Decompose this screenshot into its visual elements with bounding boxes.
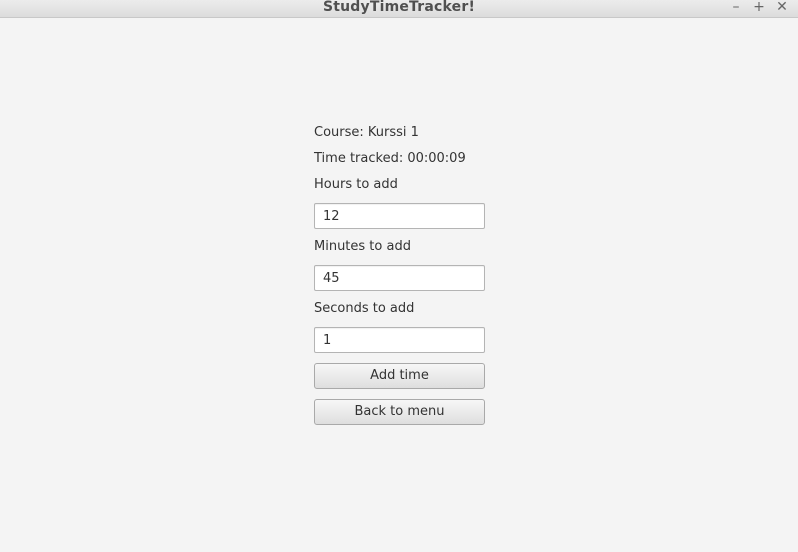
minutes-label: Minutes to add (314, 239, 411, 254)
close-icon[interactable]: ✕ (773, 0, 791, 17)
minimize-icon[interactable]: – (727, 0, 745, 17)
hours-label: Hours to add (314, 177, 398, 192)
hours-input[interactable] (314, 203, 485, 229)
app-window: StudyTimeTracker! – + ✕ Course: Kurssi 1… (0, 0, 798, 552)
maximize-icon[interactable]: + (750, 0, 768, 17)
window-title: StudyTimeTracker! (322, 0, 476, 15)
minutes-input[interactable] (314, 265, 485, 291)
seconds-input[interactable] (314, 327, 485, 353)
title-bar[interactable]: StudyTimeTracker! – + ✕ (0, 0, 798, 18)
add-time-button[interactable]: Add time (314, 363, 485, 389)
seconds-label: Seconds to add (314, 301, 415, 316)
course-label: Course: Kurssi 1 (314, 125, 419, 140)
time-tracked-label: Time tracked: 00:00:09 (314, 151, 466, 166)
back-to-menu-button[interactable]: Back to menu (314, 399, 485, 425)
